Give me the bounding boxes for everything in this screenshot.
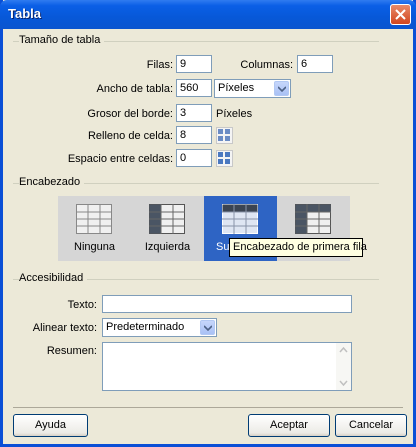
scroll-up-icon[interactable] bbox=[339, 347, 348, 353]
header-tooltip: Encabezado de primera fila bbox=[229, 238, 367, 257]
border-thickness-label: Grosor del borde: bbox=[87, 108, 173, 120]
columns-input[interactable]: 6 bbox=[297, 55, 333, 73]
footer-divider bbox=[13, 407, 403, 408]
help-button[interactable]: Ayuda bbox=[13, 414, 88, 437]
close-icon bbox=[395, 9, 406, 20]
cancel-button[interactable]: Cancelar bbox=[335, 414, 407, 437]
chevron-down-icon[interactable] bbox=[200, 320, 215, 335]
cell-spacing-icon bbox=[216, 150, 233, 167]
rows-label: Filas: bbox=[146, 59, 173, 71]
close-button[interactable] bbox=[390, 4, 411, 25]
header-option-left-label: Izquierda bbox=[144, 241, 191, 253]
table-both-header-icon bbox=[295, 204, 331, 234]
title-bar[interactable]: Tabla bbox=[0, 0, 416, 29]
width-unit-select[interactable]: Píxeles bbox=[214, 79, 291, 98]
cell-spacing-input[interactable]: 0 bbox=[176, 149, 212, 167]
summary-scrollbar[interactable] bbox=[336, 343, 351, 390]
section-header-label: Encabezado bbox=[19, 176, 85, 188]
cell-padding-icon bbox=[216, 127, 233, 144]
header-option-none[interactable]: Ninguna bbox=[58, 196, 131, 261]
caption-input[interactable] bbox=[102, 295, 352, 313]
table-width-label: Ancho de tabla: bbox=[96, 83, 173, 95]
caption-label: Texto: bbox=[67, 299, 97, 311]
align-caption-select[interactable]: Predeterminado bbox=[102, 318, 217, 337]
scroll-down-icon[interactable] bbox=[339, 380, 348, 386]
border-thickness-input[interactable]: 3 bbox=[176, 104, 212, 122]
cell-padding-label: Relleno de celda: bbox=[87, 130, 173, 142]
header-option-none-label: Ninguna bbox=[74, 241, 115, 253]
align-caption-label: Alinear texto: bbox=[32, 322, 97, 334]
summary-label: Resumen: bbox=[46, 345, 97, 357]
cell-padding-input[interactable]: 8 bbox=[176, 126, 212, 144]
table-width-input[interactable]: 560 bbox=[176, 79, 212, 97]
rows-input[interactable]: 9 bbox=[176, 55, 212, 73]
cell-spacing-label: Espacio entre celdas: bbox=[67, 153, 173, 165]
window-title: Tabla bbox=[8, 6, 41, 21]
columns-label: Columnas: bbox=[240, 59, 293, 71]
header-option-left[interactable]: Izquierda bbox=[131, 196, 204, 261]
table-top-header-icon bbox=[222, 204, 258, 234]
align-caption-value: Predeterminado bbox=[106, 321, 185, 333]
width-unit-value: Píxeles bbox=[218, 82, 255, 94]
ok-button[interactable]: Aceptar bbox=[248, 414, 330, 437]
border-unit-label: Píxeles bbox=[216, 108, 253, 120]
chevron-down-icon[interactable] bbox=[274, 81, 289, 96]
section-accessibility-label: Accesibilidad bbox=[19, 272, 88, 284]
table-no-header-icon bbox=[76, 204, 112, 234]
summary-textarea[interactable] bbox=[102, 342, 352, 391]
table-dialog: Tabla Tamaño de tabla Filas: 9 Columnas:… bbox=[0, 0, 416, 447]
section-size-label: Tamaño de tabla bbox=[19, 34, 105, 46]
table-left-header-icon bbox=[149, 204, 185, 234]
